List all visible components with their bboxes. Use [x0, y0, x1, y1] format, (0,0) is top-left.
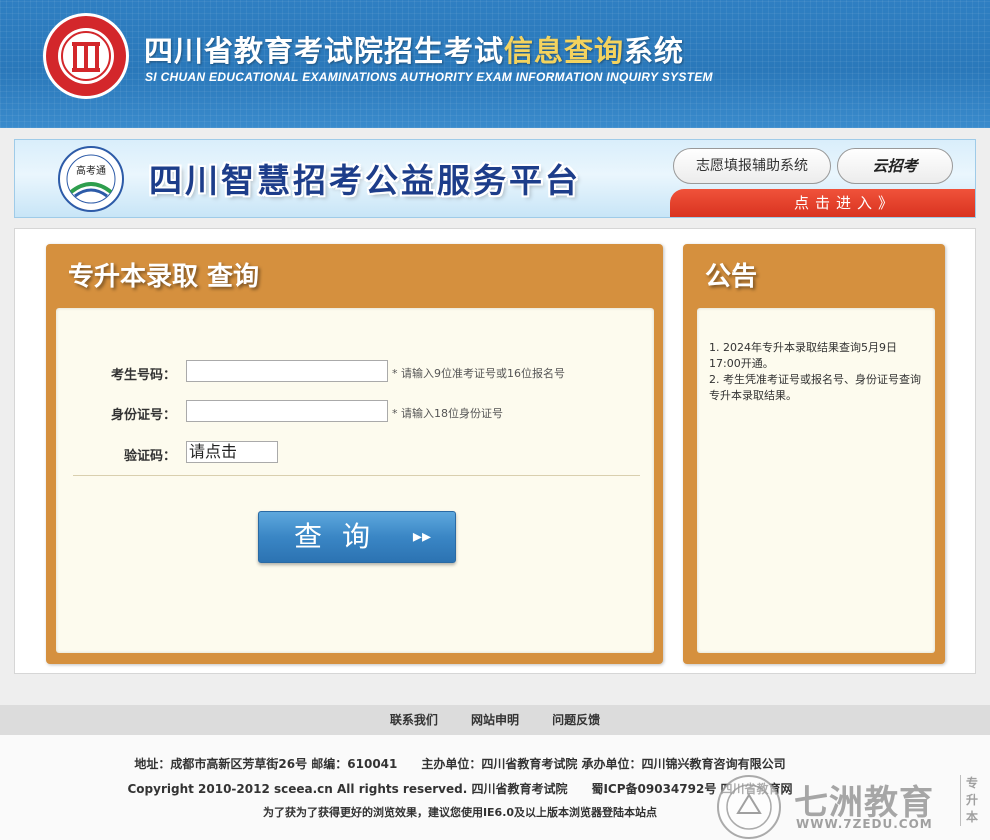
notice-item: 1. 2024年专升本录取结果查询5月9日17:00开通。: [709, 341, 897, 370]
sceea-seal-icon: [43, 13, 129, 99]
site-header: 四川省教育考试院招生考试信息查询系统 SI CHUAN EDUCATIONAL …: [0, 0, 990, 128]
volunteer-system-button[interactable]: 志愿填报辅助系统: [673, 148, 831, 184]
enter-label: 点击进入: [794, 194, 879, 212]
id-number-input[interactable]: [186, 400, 388, 422]
id-number-label: 身份证号：: [110, 408, 176, 423]
captcha-box[interactable]: 请点击: [186, 441, 278, 463]
gaokaotong-logo-icon: 高考通: [58, 146, 124, 212]
exam-number-hint: * 请输入9位准考证号或16位报名号: [392, 367, 565, 380]
page-title: 四川省教育考试院招生考试信息查询系统: [144, 28, 684, 70]
notice-panel: 公告 1. 2024年专升本录取结果查询5月9日17:00开通。 2. 考生凭准…: [683, 244, 945, 664]
footer-address: 地址：成都市高新区芳草街26号 邮编：610041 主办单位：四川省教育考试院 …: [134, 757, 786, 771]
form-divider: [73, 475, 640, 476]
main-content: 专升本录取 查询 考生号码： * 请输入9位准考证号或16位报名号 身份证号： …: [14, 228, 976, 674]
watermark-side: 专升本: [960, 775, 982, 826]
page-subtitle: SI CHUAN EDUCATIONAL EXAMINATIONS AUTHOR…: [145, 70, 713, 84]
query-panel-title: 专升本录取 查询: [68, 262, 260, 292]
footer-link-statement[interactable]: 网站申明: [471, 705, 519, 735]
title-part1: 四川省教育考试院招生考试: [144, 34, 505, 68]
double-arrow-right-icon: ▸▸: [412, 526, 431, 547]
query-form: 考生号码： * 请输入9位准考证号或16位报名号 身份证号： * 请输入18位身…: [56, 308, 654, 653]
id-number-hint: * 请输入18位身份证号: [392, 407, 503, 420]
watermark: 七洲教育 WWW.7ZEDU.COM 专升本: [714, 773, 990, 840]
double-chevron-right-icon: 》: [878, 194, 900, 212]
footer-link-contact[interactable]: 联系我们: [390, 705, 438, 735]
notice-item: 2. 考生凭准考证号或报名号、身份证号查询专升本录取结果。: [709, 373, 921, 402]
exam-number-label: 考生号码：: [110, 368, 176, 383]
title-part2: 系统: [624, 34, 685, 68]
footer-nav: 联系我们 网站申明 问题反馈: [0, 705, 990, 735]
footer-link-feedback[interactable]: 问题反馈: [552, 705, 600, 735]
query-panel: 专升本录取 查询 考生号码： * 请输入9位准考证号或16位报名号 身份证号： …: [46, 244, 663, 664]
title-highlight: 信息查询: [504, 34, 625, 68]
notice-body: 1. 2024年专升本录取结果查询5月9日17:00开通。 2. 考生凭准考证号…: [697, 308, 935, 653]
enter-button[interactable]: 点击进入》: [670, 189, 975, 217]
notice-list: 1. 2024年专升本录取结果查询5月9日17:00开通。 2. 考生凭准考证号…: [709, 340, 923, 404]
exam-number-input[interactable]: [186, 360, 388, 382]
watermark-url: WWW.7ZEDU.COM: [796, 817, 933, 831]
watermark-seal-icon: [717, 775, 781, 839]
captcha-label: 验证码：: [123, 449, 176, 464]
banner-logo-text: 高考通: [76, 164, 106, 177]
notice-panel-title: 公告: [705, 262, 758, 292]
banner-title: 四川智慧招考公益服务平台: [149, 161, 581, 200]
query-submit-button[interactable]: 查询 ▸▸: [258, 511, 456, 563]
yunzhaokao-button[interactable]: 云招考: [837, 148, 953, 184]
query-submit-label: 查询: [293, 520, 390, 553]
platform-banner[interactable]: 高考通 四川智慧招考公益服务平台 志愿填报辅助系统 云招考 点击进入》: [14, 139, 976, 218]
